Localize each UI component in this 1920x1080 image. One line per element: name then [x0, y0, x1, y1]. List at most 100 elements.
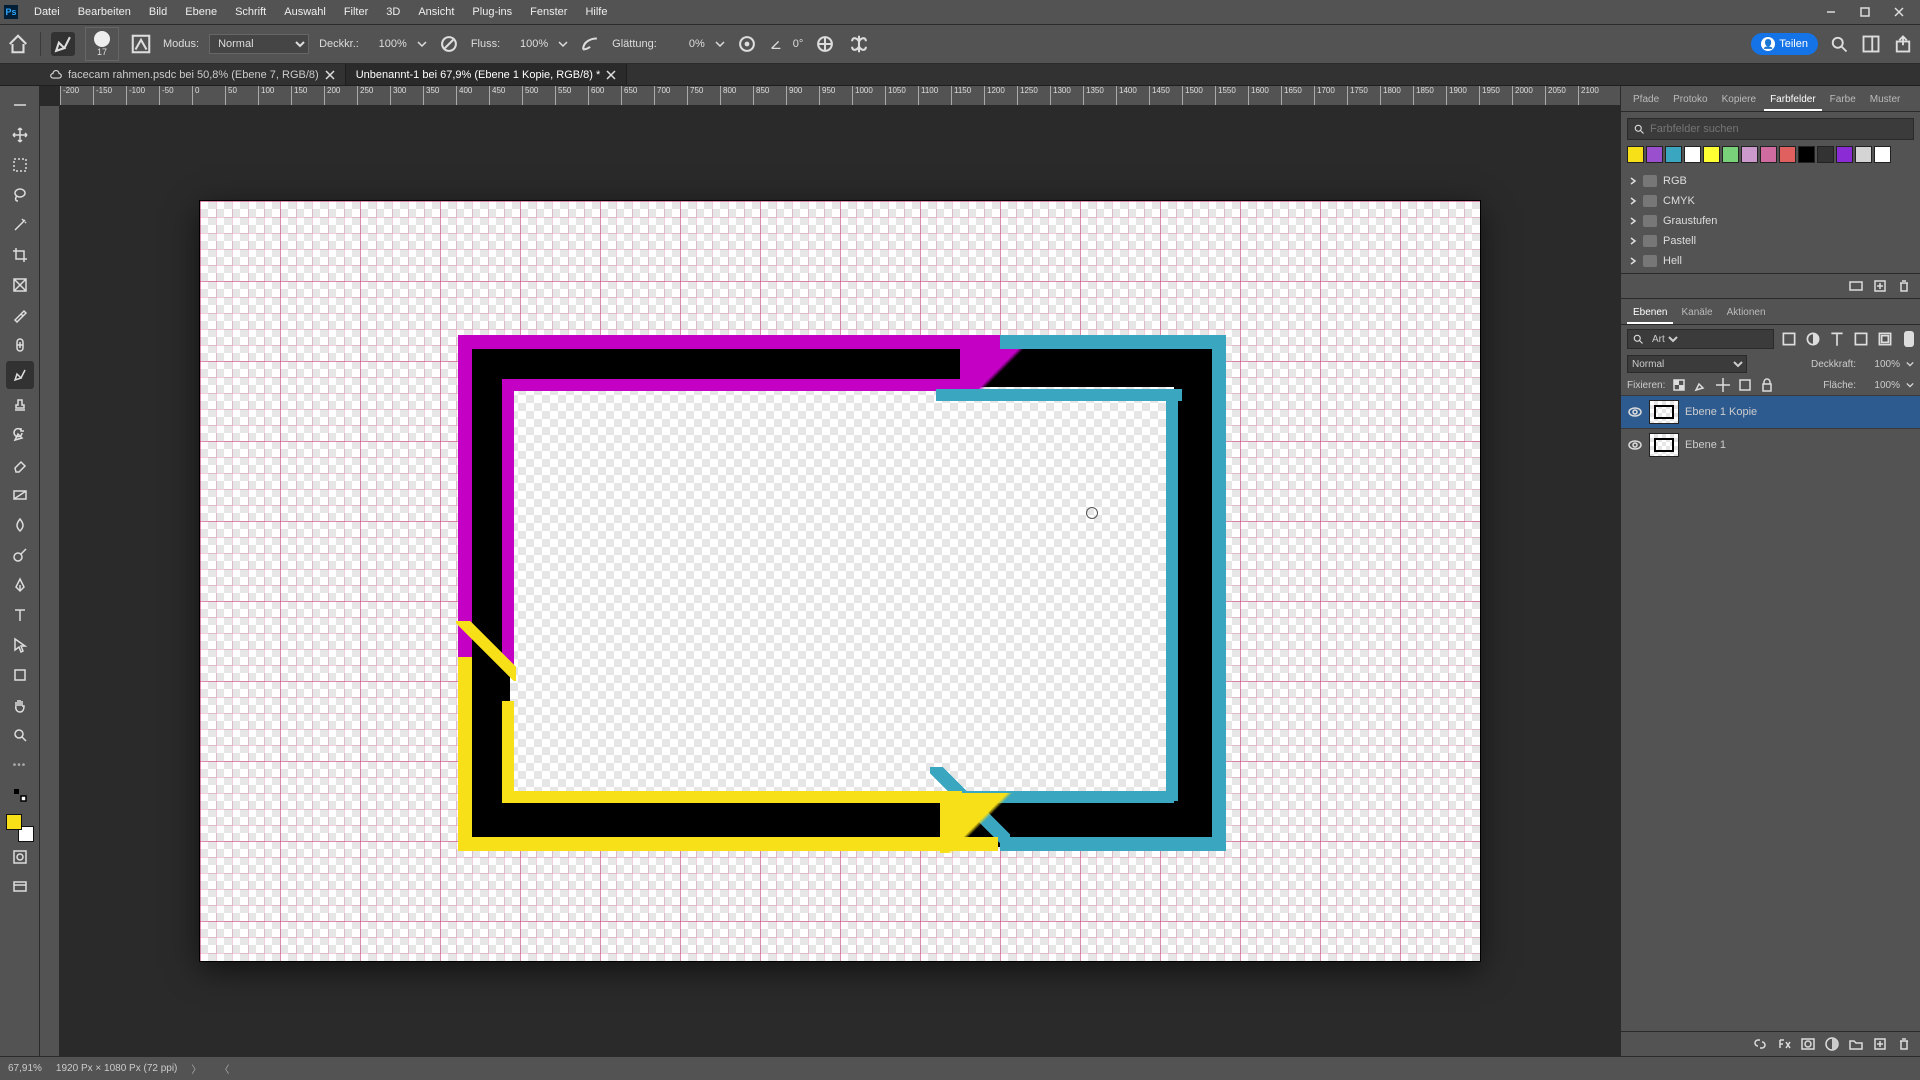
- chevron-down-icon[interactable]: [715, 39, 725, 49]
- eyedropper-tool[interactable]: [6, 301, 34, 329]
- layer-name[interactable]: Ebene 1 Kopie: [1685, 406, 1914, 418]
- edit-toolbar-button[interactable]: •••: [6, 751, 34, 779]
- path-select-tool[interactable]: [6, 631, 34, 659]
- frame-tool[interactable]: [6, 271, 34, 299]
- flow-value[interactable]: 100%: [510, 38, 548, 50]
- maximize-button[interactable]: [1848, 0, 1882, 24]
- menu-ansicht[interactable]: Ansicht: [410, 3, 462, 21]
- menu-filter[interactable]: Filter: [336, 3, 376, 21]
- layer-opacity-value[interactable]: 100%: [1862, 359, 1900, 370]
- swatch-search-input[interactable]: [1650, 123, 1913, 135]
- layer-blend-mode[interactable]: Normal: [1627, 355, 1747, 373]
- smoothing-options-icon[interactable]: [735, 32, 759, 56]
- zoom-tool[interactable]: [6, 721, 34, 749]
- pressure-opacity-icon[interactable]: [437, 32, 461, 56]
- history-brush-tool[interactable]: [6, 421, 34, 449]
- doc-info[interactable]: 1920 Px × 1080 Px (72 ppi): [56, 1063, 177, 1074]
- close-icon[interactable]: [606, 70, 616, 80]
- zoom-level[interactable]: 67,91%: [8, 1063, 42, 1074]
- tab-grabber-icon[interactable]: [6, 91, 34, 119]
- filter-shape-icon[interactable]: [1852, 330, 1870, 348]
- filter-adjust-icon[interactable]: [1804, 330, 1822, 348]
- brush-settings-icon[interactable]: [129, 32, 153, 56]
- swatch-cloud-icon[interactable]: [1848, 278, 1864, 294]
- angle-icon[interactable]: [769, 37, 783, 51]
- quick-mask-button[interactable]: [6, 843, 34, 871]
- dodge-tool[interactable]: [6, 541, 34, 569]
- adjustment-layer-icon[interactable]: [1824, 1036, 1840, 1052]
- swatch[interactable]: [1817, 146, 1834, 163]
- healing-tool[interactable]: [6, 331, 34, 359]
- chevron-down-icon[interactable]: [417, 39, 427, 49]
- shape-tool[interactable]: [6, 661, 34, 689]
- panel-tab-farbe[interactable]: Farbe: [1824, 90, 1862, 111]
- move-tool[interactable]: [6, 121, 34, 149]
- swatch[interactable]: [1779, 146, 1796, 163]
- chevron-down-icon[interactable]: [558, 39, 568, 49]
- document-tab[interactable]: facecam rahmen.psdc bei 50,8% (Ebene 7, …: [40, 64, 346, 85]
- new-swatch-icon[interactable]: [1872, 278, 1888, 294]
- close-button[interactable]: [1882, 0, 1916, 24]
- lasso-tool[interactable]: [6, 181, 34, 209]
- current-tool-icon[interactable]: [51, 32, 75, 56]
- filter-smart-icon[interactable]: [1876, 330, 1894, 348]
- menu-auswahl[interactable]: Auswahl: [276, 3, 334, 21]
- menu-hilfe[interactable]: Hilfe: [577, 3, 615, 21]
- layer-filter[interactable]: Art: [1627, 329, 1774, 349]
- layer-row[interactable]: Ebene 1: [1621, 428, 1920, 461]
- swatch[interactable]: [1741, 146, 1758, 163]
- layer-filter-type[interactable]: Art: [1648, 333, 1681, 346]
- blur-tool[interactable]: [6, 511, 34, 539]
- swatch[interactable]: [1703, 146, 1720, 163]
- swatch[interactable]: [1684, 146, 1701, 163]
- swatch[interactable]: [1665, 146, 1682, 163]
- swatch[interactable]: [1855, 146, 1872, 163]
- lock-artboard-icon[interactable]: [1737, 377, 1753, 393]
- blend-mode-select[interactable]: Normal: [209, 34, 309, 54]
- swatch-folder[interactable]: Graustufen: [1621, 211, 1920, 231]
- screen-mode-button[interactable]: [6, 873, 34, 901]
- doc-info-chevron[interactable]: 〉: [191, 1061, 201, 1076]
- symmetry-icon[interactable]: [847, 32, 871, 56]
- menu-bild[interactable]: Bild: [141, 3, 175, 21]
- layer-mask-icon[interactable]: [1800, 1036, 1816, 1052]
- visibility-icon[interactable]: [1627, 437, 1643, 453]
- brush-preset-picker[interactable]: 17: [85, 27, 119, 61]
- menu-3d[interactable]: 3D: [378, 3, 408, 21]
- smoothing-value[interactable]: 0%: [667, 38, 705, 50]
- panel-tab-muster[interactable]: Muster: [1864, 90, 1907, 111]
- menu-bearbeiten[interactable]: Bearbeiten: [70, 3, 139, 21]
- swatch[interactable]: [1646, 146, 1663, 163]
- foreground-background-colors[interactable]: [6, 814, 34, 842]
- angle-value[interactable]: 0°: [793, 38, 804, 50]
- home-icon[interactable]: [6, 32, 30, 56]
- panel-tab-kopiere[interactable]: Kopiere: [1716, 90, 1762, 111]
- visibility-icon[interactable]: [1627, 404, 1643, 420]
- type-tool[interactable]: [6, 601, 34, 629]
- layer-fx-icon[interactable]: [1776, 1036, 1792, 1052]
- layer-thumbnail[interactable]: [1649, 433, 1679, 457]
- menu-datei[interactable]: Datei: [26, 3, 68, 21]
- pressure-size-icon[interactable]: [813, 32, 837, 56]
- horizontal-ruler[interactable]: -200-150-100-500501001502002503003504004…: [60, 86, 1620, 106]
- lock-pixels-icon[interactable]: [1693, 377, 1709, 393]
- opacity-value[interactable]: 100%: [369, 38, 407, 50]
- fill-value[interactable]: 100%: [1862, 380, 1900, 391]
- swatch-folder[interactable]: Hell: [1621, 251, 1920, 271]
- filter-toggle[interactable]: [1904, 331, 1914, 347]
- layer-group-icon[interactable]: [1848, 1036, 1864, 1052]
- crop-tool[interactable]: [6, 241, 34, 269]
- swatch[interactable]: [1722, 146, 1739, 163]
- panel-tab-protoko[interactable]: Protoko: [1667, 90, 1713, 111]
- canvas-viewport[interactable]: [60, 106, 1620, 1056]
- trash-icon[interactable]: [1896, 1036, 1912, 1052]
- swatch-folder[interactable]: CMYK: [1621, 191, 1920, 211]
- swatch[interactable]: [1836, 146, 1853, 163]
- foreground-color-swatch[interactable]: [6, 814, 22, 830]
- swatch-folder[interactable]: RGB: [1621, 171, 1920, 191]
- swap-colors-icon[interactable]: [6, 781, 34, 809]
- menu-fenster[interactable]: Fenster: [522, 3, 575, 21]
- airbrush-icon[interactable]: [578, 32, 602, 56]
- chevron-down-icon[interactable]: [1906, 381, 1914, 389]
- link-layers-icon[interactable]: [1752, 1036, 1768, 1052]
